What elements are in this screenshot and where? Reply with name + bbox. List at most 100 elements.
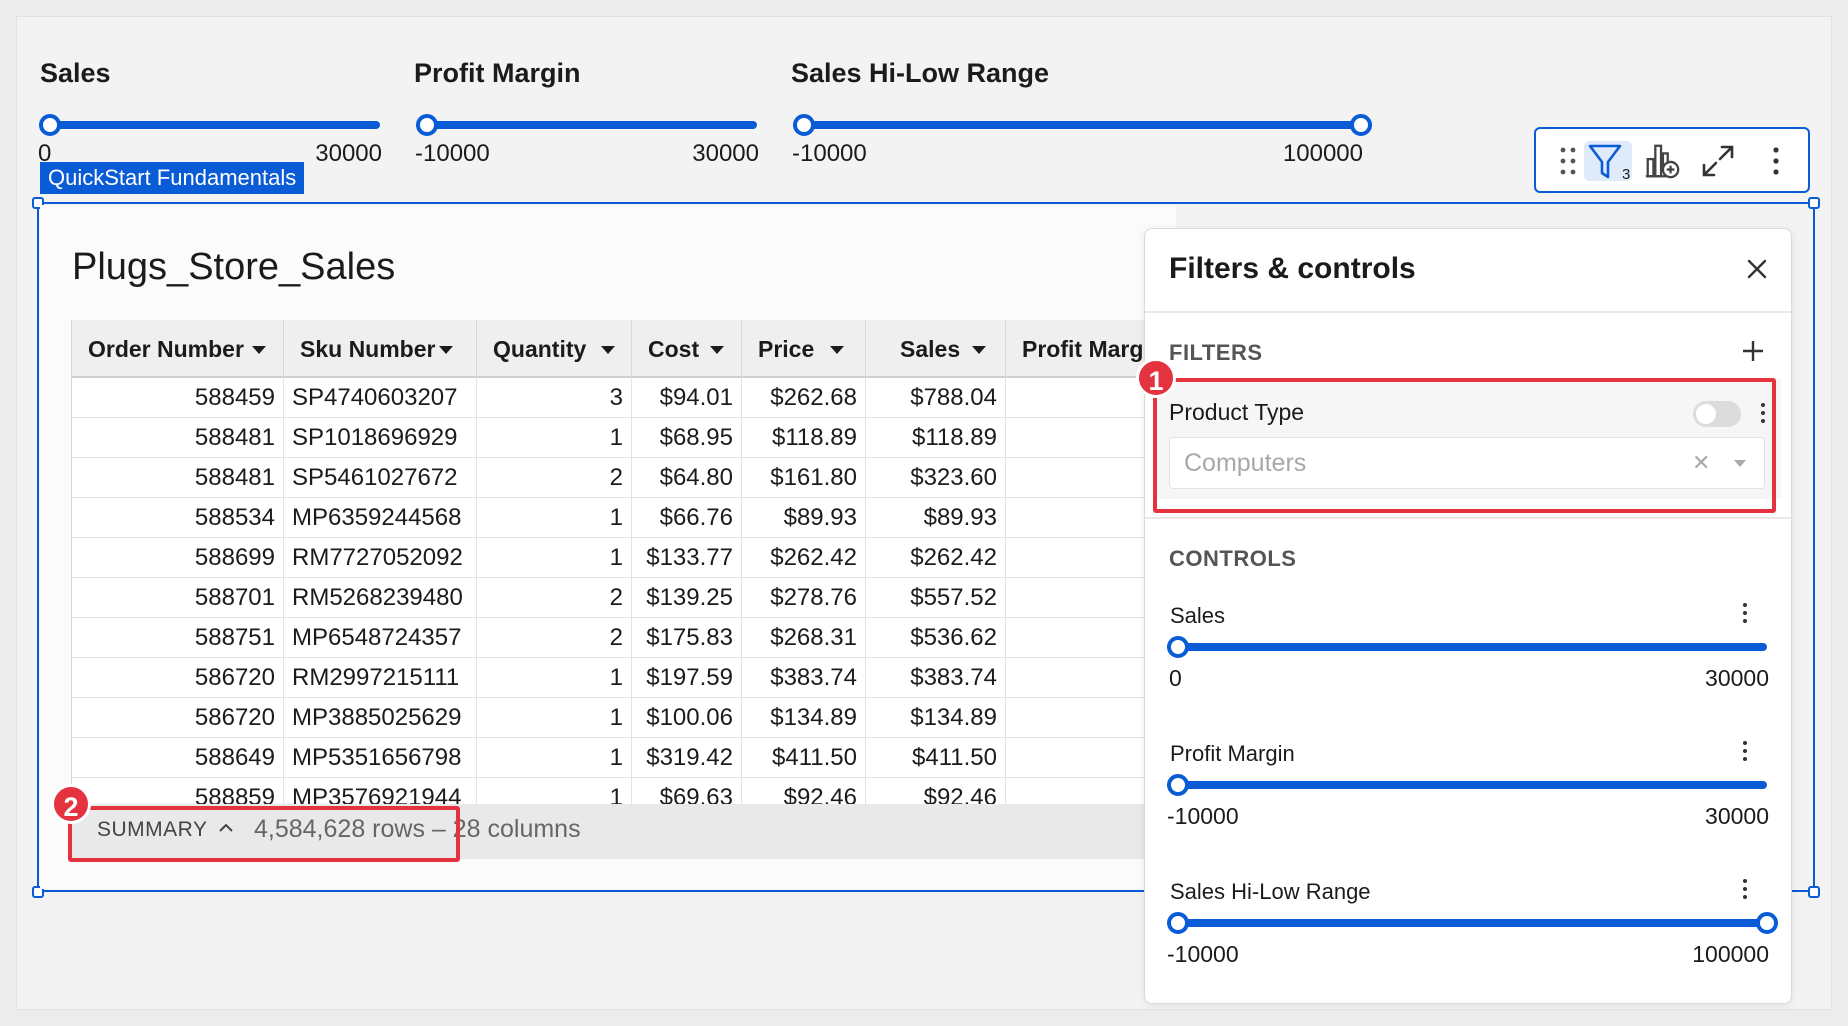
table-row[interactable]: 588481SP10186969291$68.95$118.89$118.894… (72, 418, 1176, 458)
slider-low-handle[interactable] (1167, 912, 1189, 934)
column-header-quantity[interactable]: Quantity (477, 320, 632, 378)
table-cell: 588459 (72, 378, 284, 418)
table-cell: 588481 (72, 458, 284, 498)
table-header: Order Number Sku Number Quantity Cost Pr… (72, 320, 1176, 378)
more-options-icon[interactable] (1756, 141, 1796, 181)
column-header-order-number[interactable]: Order Number (72, 320, 284, 378)
table-cell: 588751 (72, 618, 284, 658)
resize-handle[interactable] (1808, 197, 1820, 209)
slider-low-handle[interactable] (793, 114, 815, 136)
add-filter-icon[interactable] (1739, 337, 1767, 365)
slider-high-handle[interactable] (1350, 114, 1372, 136)
table-cell: SP5461027672 (284, 458, 477, 498)
table-cell: $411.50 (742, 738, 866, 778)
control-label: Sales Hi-Low Range (1170, 879, 1371, 904)
table-cell: 588701 (72, 578, 284, 618)
table-row[interactable]: 586720 RM2997215111 1 $197.59 $383.74 $383.74… (72, 658, 1176, 698)
resize-handle[interactable] (1808, 886, 1820, 898)
table-cell: $262.42 (866, 538, 1006, 578)
slider-track[interactable] (804, 121, 1361, 129)
slider-low-handle[interactable] (1167, 636, 1189, 658)
table-cell: 1 (477, 538, 632, 578)
table-row[interactable]: 588534MP63592445681$66.76$89.93$89.9325 (72, 498, 1176, 538)
table-cell: $118.89 (866, 418, 1006, 458)
table-cell: MP3885025629 (284, 698, 477, 738)
column-header-sku-number[interactable]: Sku Number (284, 320, 477, 378)
slider-track[interactable] (1178, 781, 1767, 789)
drag-handle-icon[interactable] (1548, 141, 1588, 181)
table-cell: MP6359244568 (284, 498, 477, 538)
svg-text:3: 3 (1622, 166, 1630, 181)
table-cell: 586720 (72, 698, 284, 738)
column-header-cost[interactable]: Cost (632, 320, 742, 378)
add-chart-icon[interactable] (1642, 141, 1682, 181)
slider-max-label: 30000 (692, 140, 759, 167)
table-cell: $139.25 (632, 578, 742, 618)
table-cell: $383.74 (866, 658, 1006, 698)
table-row[interactable]: 588649 MP5351656798 1 $319.42 $411.50 $411.50… (72, 738, 1176, 778)
table-cell: RM5268239480 (284, 578, 477, 618)
slider-track[interactable] (1178, 643, 1767, 651)
panel-control-profit-margin: Profit Margin -10000 30000 (1167, 741, 1769, 851)
annotation-badge-1: 1 (1136, 358, 1176, 398)
table-row[interactable]: 588701 RM5268239480 2 $139.25 $278.76 $557.52… (72, 578, 1176, 618)
table-cell: $134.89 (742, 698, 866, 738)
annotation-badge-2: 2 (51, 784, 91, 824)
table-cell: 3 (477, 378, 632, 418)
table-row[interactable]: 588459SP47406032073$94.01$262.68$788.046… (72, 378, 1176, 418)
table-row[interactable]: 586720 MP3885025629 1 $100.06 $134.89 $134.89… (72, 698, 1176, 738)
slider-track[interactable] (427, 121, 757, 129)
control-more-icon[interactable] (1735, 599, 1755, 629)
table-cell: 588649 (72, 738, 284, 778)
controls-heading: CONTROLS (1169, 546, 1297, 571)
slider-min-label: -10000 (1167, 941, 1239, 967)
table-cell: 588534 (72, 498, 284, 538)
table-cell: SP1018696929 (284, 418, 477, 458)
table-cell: 588699 (72, 538, 284, 578)
close-icon[interactable] (1741, 253, 1773, 285)
slider-max-label: 100000 (1282, 140, 1363, 167)
slider-low-handle[interactable] (416, 114, 438, 136)
table-cell: 1 (477, 658, 632, 698)
table-cell: 2 (477, 618, 632, 658)
table-row[interactable]: 588751 MP6548724357 2 $175.83 $268.31 $536.62… (72, 618, 1176, 658)
control-more-icon[interactable] (1735, 875, 1755, 905)
table-cell: $557.52 (866, 578, 1006, 618)
control-more-icon[interactable] (1735, 737, 1755, 767)
slider-min-label: 0 (1169, 665, 1182, 691)
table-cell: $133.77 (632, 538, 742, 578)
filters-controls-panel: Filters & controls FILTERS Product Type … (1144, 228, 1792, 1004)
column-header-price[interactable]: Price (742, 320, 866, 378)
table-row[interactable]: 588481SP54610276722$64.80$161.80$323.605… (72, 458, 1176, 498)
table-cell: 1 (477, 738, 632, 778)
table-cell: $68.95 (632, 418, 742, 458)
slider-track[interactable] (50, 121, 380, 129)
slider-high-handle[interactable] (1756, 912, 1778, 934)
slider-low-handle[interactable] (1167, 774, 1189, 796)
column-header-sales[interactable]: Sales (866, 320, 1006, 378)
slider-low-handle[interactable] (39, 114, 61, 136)
slider-min-label: -10000 (415, 140, 490, 167)
table-cell: $89.93 (866, 498, 1006, 538)
slider-max-label: 30000 (315, 140, 382, 167)
table-cell: $134.89 (866, 698, 1006, 738)
table-cell: $92.46 (742, 778, 866, 804)
table-cell: $89.93 (742, 498, 866, 538)
table-cell: $262.68 (742, 378, 866, 418)
slider-min-label: -10000 (792, 140, 867, 167)
control-title: Sales Hi-Low Range (791, 58, 1050, 88)
divider (1145, 311, 1791, 313)
table-cell: $92.46 (866, 778, 1006, 804)
table-cell: $323.60 (866, 458, 1006, 498)
table-cell: $383.74 (742, 658, 866, 698)
panel-control-sales-hi-low-range: Sales Hi-Low Range -10000 100000 (1167, 879, 1778, 989)
table-row[interactable]: 588859MP35769219441$69.63$92.46$92.4624 (72, 778, 1176, 804)
table-cell: $278.76 (742, 578, 866, 618)
table-cell: SP4740603207 (284, 378, 477, 418)
panel-title: Filters & controls (1169, 252, 1416, 285)
table-row[interactable]: 588699 RM7727052092 1 $133.77 $262.42 $262.42… (72, 538, 1176, 578)
table-cell: $94.01 (632, 378, 742, 418)
slider-track[interactable] (1178, 919, 1767, 927)
filter-icon[interactable]: 3 (1584, 141, 1632, 181)
expand-icon[interactable] (1698, 141, 1738, 181)
